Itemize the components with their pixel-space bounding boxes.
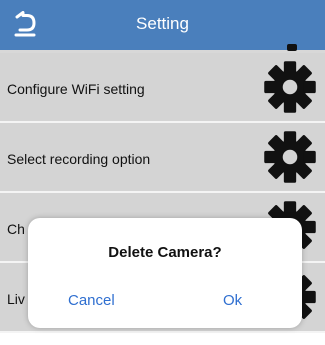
gear-icon-edge	[287, 44, 297, 51]
gear-icon[interactable]	[262, 129, 318, 185]
settings-row-label: Ch	[7, 221, 25, 237]
settings-row-recording[interactable]: Select recording option	[0, 123, 325, 193]
settings-row-label: Liv	[7, 291, 25, 307]
delete-camera-dialog: Delete Camera? Cancel Ok	[28, 218, 302, 328]
gear-icon[interactable]	[262, 59, 318, 115]
settings-row-wifi[interactable]: Configure WiFi setting	[0, 53, 325, 123]
settings-row-label: Configure WiFi setting	[7, 81, 145, 97]
page-title: Setting	[136, 14, 189, 33]
settings-row-label: Select recording option	[7, 151, 151, 167]
cancel-button[interactable]: Cancel	[68, 292, 115, 309]
app-header: Setting	[0, 0, 325, 53]
dialog-title: Delete Camera?	[108, 244, 222, 261]
ok-button[interactable]: Ok	[223, 292, 242, 309]
